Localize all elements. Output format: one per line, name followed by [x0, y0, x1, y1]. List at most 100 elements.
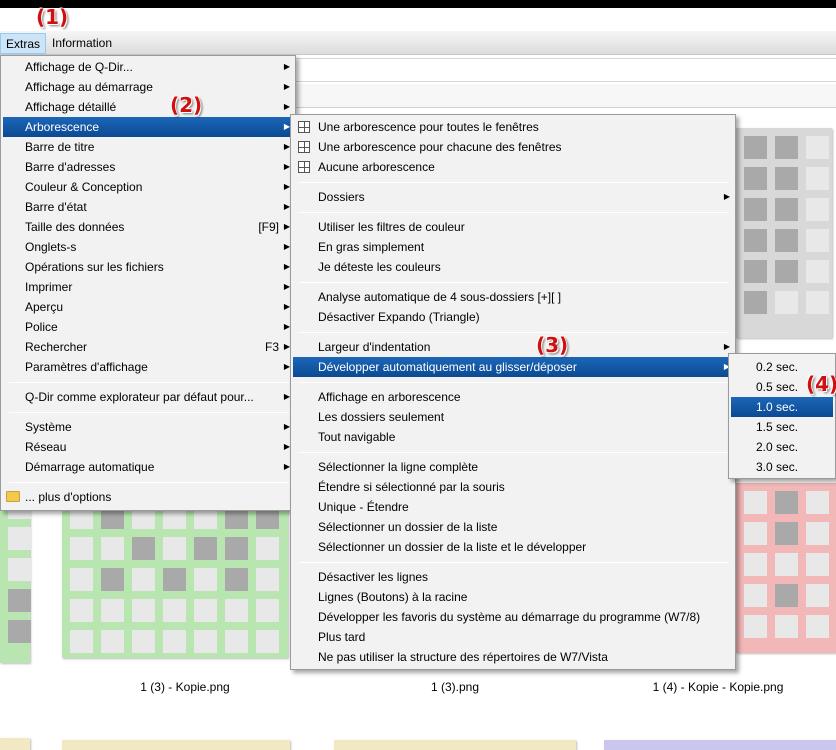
thumbnail-cell	[744, 615, 767, 638]
extras-item-affichage-de-q-dir[interactable]: Affichage de Q-Dir... ▶	[3, 57, 293, 77]
menu-item-label: Je déteste les couleurs	[318, 260, 441, 274]
file-name-label[interactable]: 1 (3).png	[330, 680, 580, 694]
menu-item-label: 0.2 sec.	[756, 360, 799, 374]
thumbnail-cell	[70, 537, 93, 560]
delay-item[interactable]: 1.5 sec.	[731, 417, 833, 437]
menu-item-label: Taille des données	[25, 220, 125, 234]
tree-item-desactiver-les-lignes[interactable]: Désactiver les lignes	[293, 567, 733, 587]
extras-item-q-dir-comme-explorateur-par-defaut-pour[interactable]: Q-Dir comme explorateur par défaut pour.…	[3, 387, 293, 407]
tree-item-developper-automatiquement-au-glisser-de[interactable]: Développer automatiquement au glisser/dé…	[293, 357, 733, 377]
thumbnail-cell	[70, 568, 93, 591]
tree-item-une-arborescence-pour-chacune-des-fenetr[interactable]: Une arborescence pour chacune des fenêtr…	[293, 137, 733, 157]
submenu-arrow-icon: ▶	[283, 82, 290, 91]
extras-item-barre-d-etat[interactable]: Barre d'état ▶	[3, 197, 293, 217]
folder-icon	[6, 491, 20, 502]
extras-item-affichage-au-demarrage[interactable]: Affichage au démarrage ▶	[3, 77, 293, 97]
menu-item-label: Sélectionner un dossier de la liste	[318, 520, 498, 534]
extras-item-affichage-detaille[interactable]: Affichage détaillé ▶	[3, 97, 293, 117]
thumbnail-1-4-kopie-kopie[interactable]	[736, 483, 836, 653]
tree-item-les-dossiers-seulement[interactable]: Les dossiers seulement	[293, 407, 733, 427]
tree-item-selectionner-un-dossier-de-la-liste-et-l[interactable]: Sélectionner un dossier de la liste et l…	[293, 537, 733, 557]
thumbnail-bottom-1[interactable]	[62, 740, 290, 750]
thumbnail-cell	[775, 229, 798, 252]
extras-item-arborescence[interactable]: Arborescence ▶	[3, 117, 293, 137]
menu-information[interactable]: Information	[47, 33, 117, 54]
thumbnail-bottom-left[interactable]	[0, 738, 30, 750]
tree-item-analyse-automatique-de-4-sous-dossiers[interactable]: Analyse automatique de 4 sous-dossiers […	[293, 287, 733, 307]
menu-item-label: ... plus d'options	[25, 490, 112, 504]
tree-item-etendre-si-selectionne-par-la-souris[interactable]: Étendre si sélectionné par la souris	[293, 477, 733, 497]
menu-separator	[9, 382, 289, 383]
tree-item-aucune-arborescence[interactable]: Aucune arborescence	[293, 157, 733, 177]
file-name-label[interactable]: 1 (3) - Kopie.png	[62, 680, 308, 694]
thumbnail-cell	[256, 537, 279, 560]
thumbnail-cell	[101, 537, 124, 560]
menu-item-label: Barre d'adresses	[25, 160, 116, 174]
menu-separator	[9, 412, 289, 413]
extras-item-operations-sur-les-fichiers[interactable]: Opérations sur les fichiers ▶	[3, 257, 293, 277]
extras-item-onglets-s[interactable]: Onglets-s ▶	[3, 237, 293, 257]
menu-item-label: Réseau	[25, 440, 67, 454]
menu-item-label: Dossiers	[318, 190, 365, 204]
tree-item-developper-les-favoris-du-systeme-au-dem[interactable]: Développer les favoris du système au dém…	[293, 607, 733, 627]
tree-item-desactiver-expando-triangle[interactable]: Désactiver Expando (Triangle)	[293, 307, 733, 327]
thumbnail-left[interactable]	[0, 488, 31, 663]
menu-item-label: Aucune arborescence	[318, 160, 435, 174]
extras-item-imprimer[interactable]: Imprimer ▶	[3, 277, 293, 297]
extras-item-rechercher[interactable]: Rechercher F3 ▶	[3, 337, 293, 357]
thumbnail-cell	[744, 229, 767, 252]
menu-item-label: Barre d'état	[25, 200, 87, 214]
menu-extras[interactable]: Extras	[0, 33, 47, 54]
extras-item-plus-d-options[interactable]: ... plus d'options	[3, 487, 293, 507]
thumbnail-top-right[interactable]	[736, 128, 832, 338]
tree-item-selectionner-la-ligne-complete[interactable]: Sélectionner la ligne complète	[293, 457, 733, 477]
thumbnail-cell	[744, 522, 767, 545]
extras-item-parametres-d-affichage[interactable]: Paramètres d'affichage ▶	[3, 357, 293, 377]
thumbnail-cell	[70, 630, 93, 653]
extras-menu: Affichage de Q-Dir... ▶ Affichage au démar…	[0, 55, 296, 511]
menu-item-label: Imprimer	[25, 280, 73, 294]
extras-item-taille-des-donnees[interactable]: Taille des données [F9] ▶	[3, 217, 293, 237]
delay-item[interactable]: 3.0 sec.	[731, 457, 833, 477]
toolbar	[290, 84, 836, 108]
tree-item-affichage-en-arborescence[interactable]: Affichage en arborescence	[293, 387, 733, 407]
extras-item-reseau[interactable]: Réseau ▶	[3, 437, 293, 457]
extras-item-systeme[interactable]: Système ▶	[3, 417, 293, 437]
extras-item-demarrage-automatique[interactable]: Démarrage automatique ▶	[3, 457, 293, 477]
thumbnail-cell	[225, 599, 248, 622]
tree-item-largeur-d-indentation[interactable]: Largeur d'indentation ▶	[293, 337, 733, 357]
thumbnail-cell	[806, 553, 829, 576]
delay-item[interactable]: 2.0 sec.	[731, 437, 833, 457]
address-bar[interactable]	[290, 58, 836, 82]
menu-item-label: Démarrage automatique	[25, 460, 155, 474]
tree-item-en-gras-simplement[interactable]: En gras simplement	[293, 237, 733, 257]
tree-item-ne-pas-utiliser-la-structure-des-reperto[interactable]: Ne pas utiliser la structure des réperto…	[293, 647, 733, 667]
tree-item-unique-etendre[interactable]: Unique - Étendre	[293, 497, 733, 517]
menu-separator	[299, 452, 729, 453]
thumbnail-cell	[163, 599, 186, 622]
menu-item-label: 2.0 sec.	[756, 440, 799, 454]
menu-item-label: Désactiver les lignes	[318, 570, 429, 584]
annotation-1: (1)	[36, 5, 69, 29]
extras-item-barre-d-adresses[interactable]: Barre d'adresses ▶	[3, 157, 293, 177]
thumbnail-bottom-3[interactable]	[604, 740, 836, 750]
tree-item-une-arborescence-pour-toutes-le-fenetres[interactable]: Une arborescence pour toutes le fenêtres	[293, 117, 733, 137]
tree-item-utiliser-les-filtres-de-couleur[interactable]: Utiliser les filtres de couleur	[293, 217, 733, 237]
extras-item-couleur-conception[interactable]: Couleur & Conception ▶	[3, 177, 293, 197]
extras-item-barre-de-titre[interactable]: Barre de titre ▶	[3, 137, 293, 157]
tree-item-dossiers[interactable]: Dossiers ▶	[293, 187, 733, 207]
extras-item-police[interactable]: Police ▶	[3, 317, 293, 337]
tree-item-plus-tard[interactable]: Plus tard	[293, 627, 733, 647]
thumbnail-bottom-2[interactable]	[334, 740, 576, 750]
thumbnail-cell	[194, 630, 217, 653]
file-name-label[interactable]: 1 (4) - Kopie - Kopie.png	[600, 680, 836, 694]
tree-item-lignes-boutons-a-la-racine[interactable]: Lignes (Boutons) à la racine	[293, 587, 733, 607]
extras-item-apercu[interactable]: Aperçu ▶	[3, 297, 293, 317]
tree-item-tout-navigable[interactable]: Tout navigable	[293, 427, 733, 447]
tree-item-selectionner-un-dossier-de-la-liste[interactable]: Sélectionner un dossier de la liste	[293, 517, 733, 537]
thumbnail-1-3-kopie[interactable]	[62, 498, 288, 658]
tree-item-je-deteste-les-couleurs[interactable]: Je déteste les couleurs	[293, 257, 733, 277]
thumbnail-cell	[775, 291, 798, 314]
menu-item-label: Étendre si sélectionné par la souris	[318, 480, 505, 494]
delay-item[interactable]: 1.0 sec.	[731, 397, 833, 417]
